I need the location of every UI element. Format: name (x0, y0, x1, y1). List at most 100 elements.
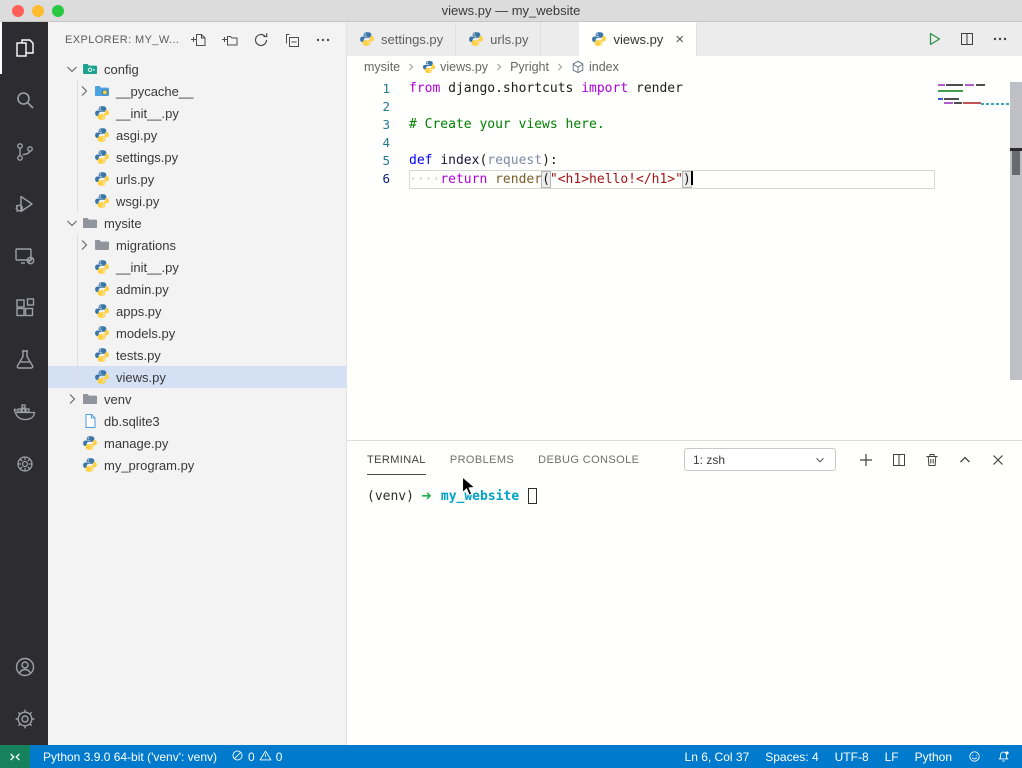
breadcrumb-item-mysite[interactable]: mysite (364, 60, 400, 74)
tree-item-views-py[interactable]: views.py (48, 366, 346, 388)
code-editor[interactable]: 1from django.shortcuts import render23# … (347, 78, 1022, 440)
more-actions-icon[interactable] (315, 32, 331, 48)
python-file-icon (82, 457, 98, 473)
tree-item-db-sqlite3[interactable]: db.sqlite3 (48, 410, 346, 432)
tab-urls-py[interactable]: urls.py (456, 22, 541, 56)
explorer-sidebar: EXPLORER: MY_W... config__pycache____ini… (48, 22, 347, 745)
terminal-cursor (528, 488, 537, 504)
chevron-placeholder (64, 435, 80, 451)
chevron-placeholder (76, 171, 92, 187)
close-button[interactable] (12, 5, 24, 17)
code-token: def (409, 153, 432, 168)
python-file-icon (94, 259, 110, 275)
minimap-segment (944, 102, 953, 104)
tree-item-init-py[interactable]: __init__.py (48, 102, 346, 124)
breadcrumb-item-pyright[interactable]: Pyright (510, 60, 549, 74)
text-cursor (691, 170, 693, 185)
status-notifications[interactable] (997, 750, 1010, 763)
status-indentation[interactable]: Spaces: 4 (765, 750, 818, 764)
tree-item-label: asgi.py (116, 128, 157, 143)
explorer-title: EXPLORER: MY_W... (65, 34, 179, 46)
activity-explorer-icon[interactable] (0, 22, 48, 74)
activity-remote-explorer-icon[interactable] (0, 230, 48, 282)
tree-item-apps-py[interactable]: apps.py (48, 300, 346, 322)
refresh-explorer-icon[interactable] (253, 32, 269, 48)
panel-tab-problems[interactable]: PROBLEMS (450, 444, 514, 475)
chevron-right-icon (76, 237, 92, 253)
tree-item-manage-py[interactable]: manage.py (48, 432, 346, 454)
minimap-segment (944, 98, 959, 100)
tree-item-mysite[interactable]: mysite (48, 212, 346, 234)
code-token: django.shortcuts (440, 81, 581, 96)
split-editor-icon[interactable] (959, 31, 975, 47)
tab-views-py[interactable]: views.py× (579, 22, 697, 56)
tree-item-admin-py[interactable]: admin.py (48, 278, 346, 300)
activity-search-icon[interactable] (0, 74, 48, 126)
activity-source-control-icon[interactable] (0, 126, 48, 178)
tree-item-migrations[interactable]: migrations (48, 234, 346, 256)
code-line: 5def index(request): (347, 152, 1022, 170)
python-interpreter[interactable]: Python 3.9.0 64-bit ('venv': venv) (43, 750, 217, 764)
panel-tab-debug-console[interactable]: DEBUG CONSOLE (538, 444, 639, 475)
tab-settings-py[interactable]: settings.py (347, 22, 456, 56)
status-encoding[interactable]: UTF-8 (835, 750, 869, 764)
editor-tab-bar: settings.pyurls.py views.py× (347, 22, 1022, 56)
split-terminal-icon[interactable] (891, 452, 907, 468)
close-panel-icon[interactable] (990, 452, 1006, 468)
activity-run-and-debug-icon[interactable] (0, 178, 48, 230)
problems-status[interactable]: 0 0 (231, 749, 282, 765)
more-actions-icon[interactable] (992, 31, 1008, 47)
new-folder-icon[interactable] (222, 32, 238, 48)
tree-item-my-program-py[interactable]: my_program.py (48, 454, 346, 476)
tree-item-venv[interactable]: venv (48, 388, 346, 410)
tree-item-asgi-py[interactable]: asgi.py (48, 124, 346, 146)
breadcrumb-label: Pyright (510, 60, 549, 74)
breadcrumb-item-index[interactable]: index (571, 60, 619, 74)
python-file-icon (591, 31, 607, 47)
folder-icon (82, 215, 98, 231)
activity-python-environments-icon[interactable] (0, 438, 48, 490)
new-terminal-icon[interactable] (858, 452, 874, 468)
activity-docker-icon[interactable] (0, 386, 48, 438)
terminal-selector[interactable]: 1: zsh (684, 448, 836, 471)
new-file-icon[interactable] (191, 32, 207, 48)
tree-item-label: mysite (104, 216, 142, 231)
kill-terminal-icon[interactable] (924, 452, 940, 468)
breadcrumb-item-views-py[interactable]: views.py (422, 60, 488, 74)
tree-item-config[interactable]: config (48, 58, 346, 80)
terminal-output[interactable]: (venv) ➜ my_website (347, 478, 1022, 504)
tree-item-urls-py[interactable]: urls.py (48, 168, 346, 190)
terminal-selector-value: 1: zsh (693, 453, 725, 467)
minimize-button[interactable] (32, 5, 44, 17)
minimap[interactable] (932, 78, 1010, 408)
maximize-panel-icon[interactable] (957, 452, 973, 468)
tree-item-init-py[interactable]: __init__.py (48, 256, 346, 278)
folder-pycache-icon (94, 83, 110, 99)
close-tab-icon[interactable]: × (675, 32, 684, 47)
activity-testing-icon[interactable] (0, 334, 48, 386)
tree-item-tests-py[interactable]: tests.py (48, 344, 346, 366)
folder-config-icon (82, 61, 98, 77)
status-feedback[interactable] (968, 750, 981, 763)
file-file-icon (82, 413, 98, 429)
tree-item-models-py[interactable]: models.py (48, 322, 346, 344)
status-cursor-position[interactable]: Ln 6, Col 37 (685, 750, 750, 764)
activity-manage-icon[interactable] (0, 693, 48, 745)
status-language-mode[interactable]: Python (915, 750, 952, 764)
chevron-placeholder (76, 193, 92, 209)
tree-item-wsgi-py[interactable]: wsgi.py (48, 190, 346, 212)
zoom-button[interactable] (52, 5, 64, 17)
status-end-of-line[interactable]: LF (885, 750, 899, 764)
scrollbar-thumb[interactable] (1012, 151, 1020, 175)
remote-indicator[interactable] (0, 745, 30, 768)
run-python-file-icon[interactable] (926, 31, 942, 47)
editor-scrollbar[interactable] (1010, 82, 1022, 380)
panel-tab-terminal[interactable]: TERMINAL (367, 444, 426, 475)
tree-item-pycache[interactable]: __pycache__ (48, 80, 346, 102)
collapse-folders-icon[interactable] (284, 32, 300, 48)
activity-extensions-icon[interactable] (0, 282, 48, 334)
chevron-down-icon (813, 453, 827, 467)
tree-item-settings-py[interactable]: settings.py (48, 146, 346, 168)
activity-account-icon[interactable] (0, 641, 48, 693)
code-token: index (440, 153, 479, 168)
